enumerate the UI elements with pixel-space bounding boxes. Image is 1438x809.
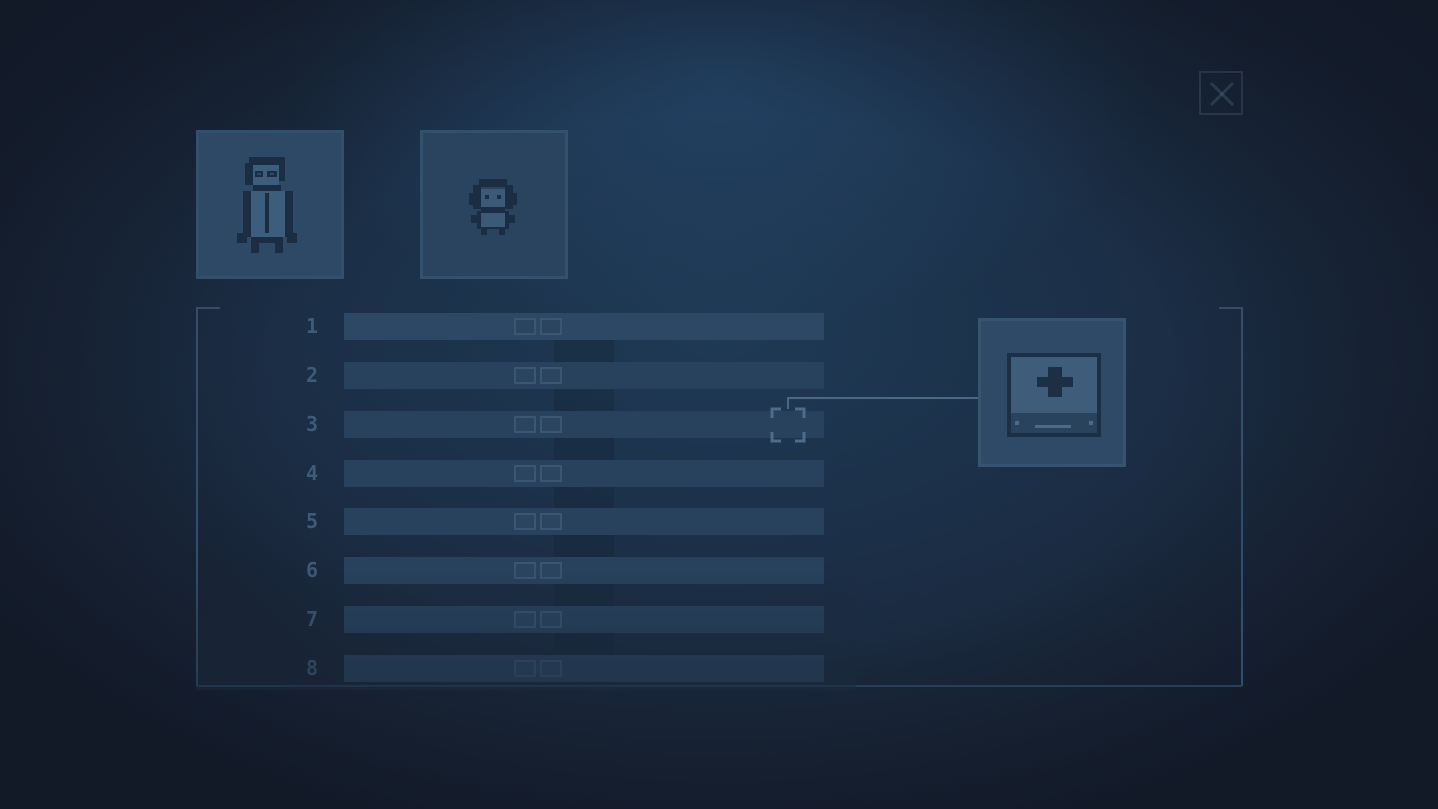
inventory-row[interactable]: 5 — [300, 508, 825, 535]
selection-corners-icon — [770, 407, 806, 443]
slot-left[interactable] — [514, 562, 536, 579]
background-vignette — [0, 0, 1438, 809]
slot-left[interactable] — [514, 367, 536, 384]
character-portrait-scientist[interactable] — [196, 130, 344, 279]
slot-right[interactable] — [540, 318, 562, 335]
inventory-row[interactable]: 6 — [300, 557, 825, 584]
slot-left[interactable] — [514, 318, 536, 335]
inventory-row[interactable]: 2 — [300, 362, 825, 389]
selected-item-box[interactable] — [978, 318, 1126, 467]
selection-cursor[interactable] — [770, 407, 806, 443]
row-number: 6 — [305, 558, 319, 582]
slot-right[interactable] — [540, 416, 562, 433]
slot-right[interactable] — [540, 611, 562, 628]
row-bar[interactable] — [344, 313, 824, 340]
slot-left[interactable] — [514, 465, 536, 482]
row-bar[interactable] — [344, 557, 824, 584]
inventory-row[interactable]: 4 — [300, 460, 825, 487]
slot-right[interactable] — [540, 660, 562, 677]
inventory-row[interactable]: 3 — [300, 411, 825, 438]
row-number: 2 — [305, 363, 319, 387]
row-number: 7 — [305, 607, 319, 631]
inventory-row[interactable]: 8 — [300, 655, 825, 682]
close-button[interactable] — [1199, 71, 1243, 115]
row-number: 4 — [305, 461, 319, 485]
slot-left[interactable] — [514, 513, 536, 530]
medkit-icon — [1007, 353, 1101, 437]
row-number: 3 — [305, 412, 319, 436]
girl-character-icon — [469, 179, 517, 235]
row-number: 8 — [305, 656, 319, 680]
row-number: 1 — [305, 314, 319, 338]
character-portrait-girl[interactable] — [420, 130, 568, 279]
inventory-row[interactable]: 1 — [300, 313, 825, 340]
row-bar[interactable] — [344, 362, 824, 389]
connector-line — [787, 397, 978, 409]
slot-left[interactable] — [514, 611, 536, 628]
row-bar[interactable] — [344, 606, 824, 633]
slot-left[interactable] — [514, 416, 536, 433]
scientist-character-icon — [237, 157, 297, 253]
slot-left[interactable] — [514, 660, 536, 677]
slot-right[interactable] — [540, 367, 562, 384]
row-bar[interactable] — [344, 411, 824, 438]
row-bar[interactable] — [344, 655, 824, 682]
row-bar[interactable] — [344, 508, 824, 535]
slot-right[interactable] — [540, 562, 562, 579]
row-bar[interactable] — [344, 460, 824, 487]
row-number: 5 — [305, 509, 319, 533]
close-icon — [1209, 81, 1235, 107]
slot-right[interactable] — [540, 513, 562, 530]
slot-right[interactable] — [540, 465, 562, 482]
inventory-row[interactable]: 7 — [300, 606, 825, 633]
